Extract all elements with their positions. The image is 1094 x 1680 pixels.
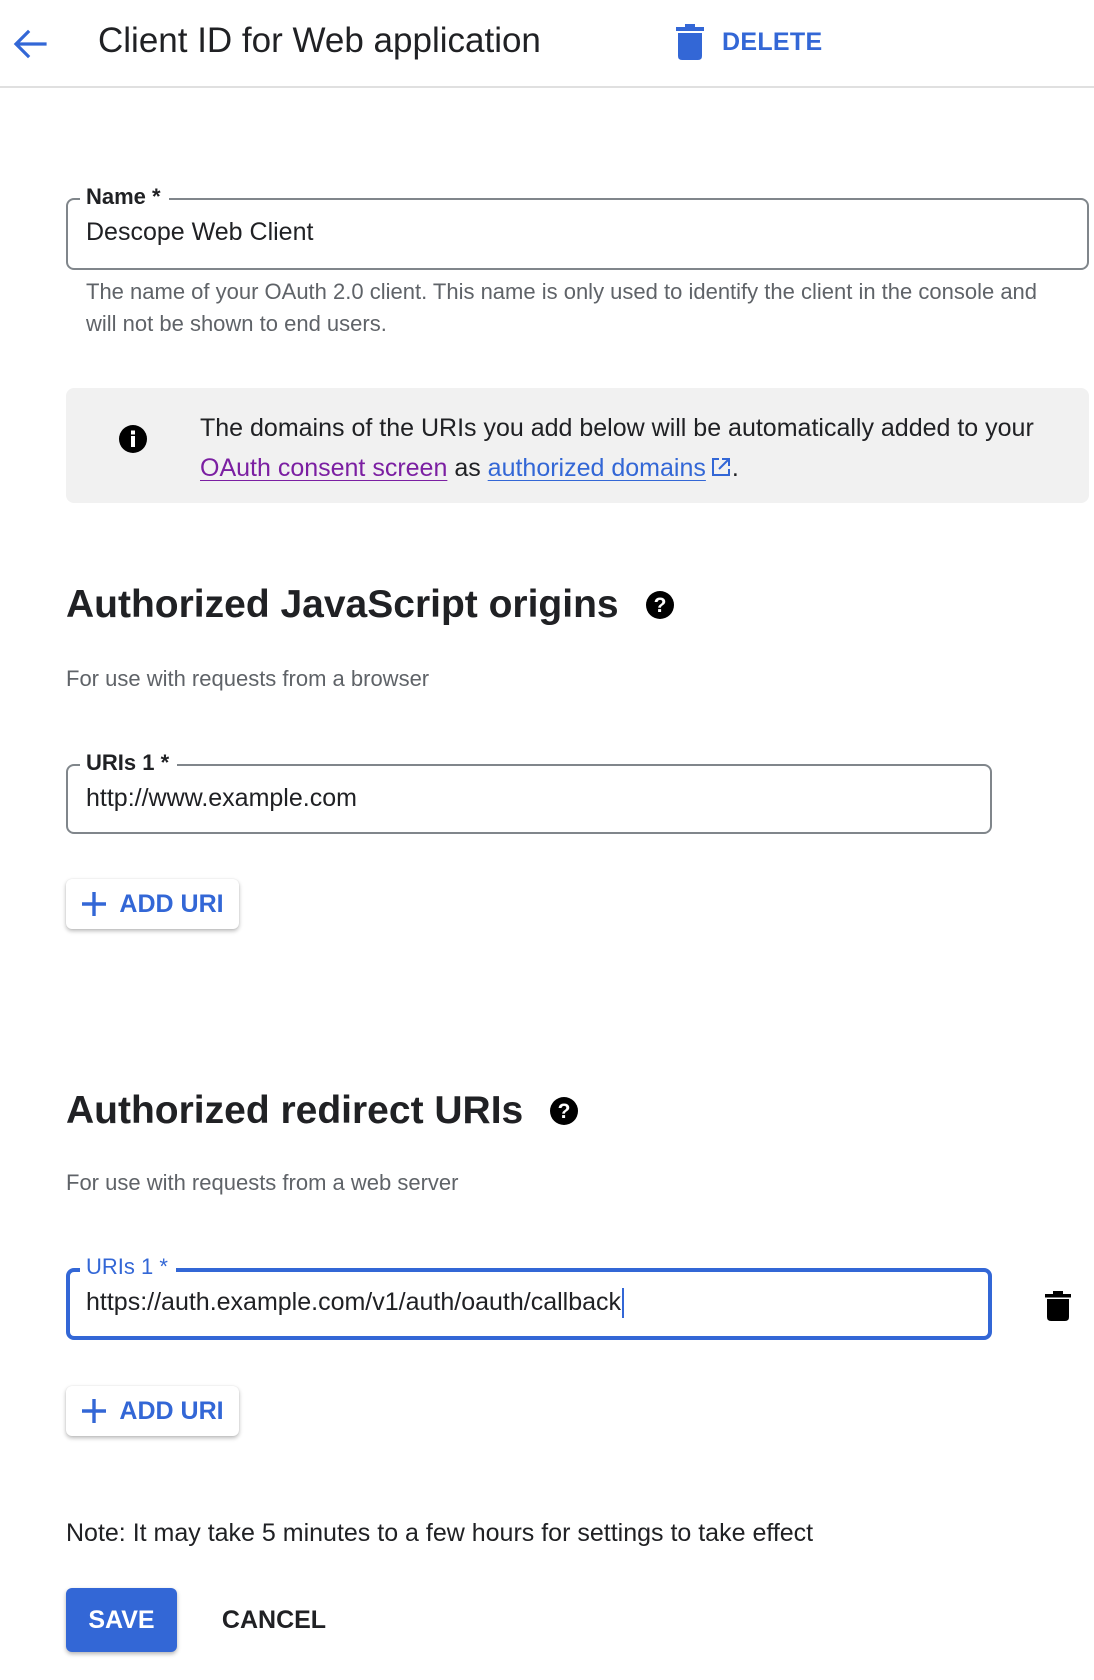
delete-button[interactable]: DELETE xyxy=(676,20,822,64)
redirect-uris-subtitle: For use with requests from a web server xyxy=(66,1170,459,1195)
add-js-origin-uri-button[interactable]: ADD URI xyxy=(66,879,239,929)
js-origins-title: Authorized JavaScript origins xyxy=(66,583,619,626)
js-origins-heading: Authorized JavaScript origins ? xyxy=(66,580,675,630)
svg-text:?: ? xyxy=(558,1100,571,1123)
info-banner: The domains of the URIs you add below wi… xyxy=(66,388,1089,503)
info-icon xyxy=(119,425,147,453)
arrow-left-icon xyxy=(13,29,47,59)
delete-label: DELETE xyxy=(722,27,823,56)
text-caret xyxy=(622,1288,625,1319)
add-redirect-uri-button[interactable]: ADD URI xyxy=(66,1386,239,1436)
add-uri-label: ADD URI xyxy=(119,1396,224,1425)
plus-icon xyxy=(82,892,107,916)
authorized-domains-link-text: authorized domains xyxy=(487,454,706,482)
settings-note: Note: It may take 5 minutes to a few hou… xyxy=(66,1519,814,1547)
cancel-button[interactable]: CANCEL xyxy=(210,1588,338,1652)
oauth-consent-screen-link[interactable]: OAuth consent screen xyxy=(200,454,447,482)
help-icon[interactable]: ? xyxy=(549,1096,579,1126)
trash-icon xyxy=(1045,1291,1071,1321)
page-title: Client ID for Web application xyxy=(98,21,541,60)
back-button[interactable] xyxy=(8,22,52,66)
js-origin-uri-input[interactable] xyxy=(86,780,976,816)
banner-text-part: as xyxy=(447,454,488,482)
info-banner-text: The domains of the URIs you add below wi… xyxy=(200,408,1070,488)
js-origin-uri-field[interactable]: URIs 1 * xyxy=(66,750,992,834)
external-link-icon xyxy=(711,458,730,476)
redirect-uris-heading: Authorized redirect URIs ? xyxy=(66,1086,579,1136)
redirect-uri-input[interactable]: https://auth.example.com/v1/auth/oauth/c… xyxy=(86,1284,974,1320)
js-origin-uri-label: URIs 1 * xyxy=(80,750,178,776)
banner-text-part: The domains of the URIs you add below wi… xyxy=(200,414,1034,442)
name-helper-text: The name of your OAuth 2.0 client. This … xyxy=(86,279,1038,336)
redirect-uris-title: Authorized redirect URIs xyxy=(66,1089,524,1132)
plus-icon xyxy=(82,1399,107,1423)
delete-redirect-uri-button[interactable] xyxy=(1038,1284,1078,1328)
banner-text-part: . xyxy=(731,454,739,482)
add-uri-label: ADD URI xyxy=(119,889,224,918)
help-icon[interactable]: ? xyxy=(645,590,675,620)
name-input[interactable] xyxy=(86,214,1073,250)
js-origins-subtitle: For use with requests from a browser xyxy=(66,666,430,691)
redirect-uri-value: https://auth.example.com/v1/auth/oauth/c… xyxy=(86,1288,622,1316)
svg-text:?: ? xyxy=(653,594,666,617)
save-button[interactable]: SAVE xyxy=(66,1588,177,1652)
redirect-uri-field[interactable]: URIs 1 * https://auth.example.com/v1/aut… xyxy=(66,1254,992,1340)
redirect-uri-label: URIs 1 * xyxy=(80,1254,176,1280)
trash-icon xyxy=(676,24,704,60)
authorized-domains-link[interactable]: authorized domains xyxy=(488,454,732,482)
name-field-label: Name * xyxy=(80,184,169,210)
page-header: Client ID for Web application DELETE xyxy=(0,0,1094,88)
name-field[interactable]: Name * xyxy=(66,184,1089,270)
